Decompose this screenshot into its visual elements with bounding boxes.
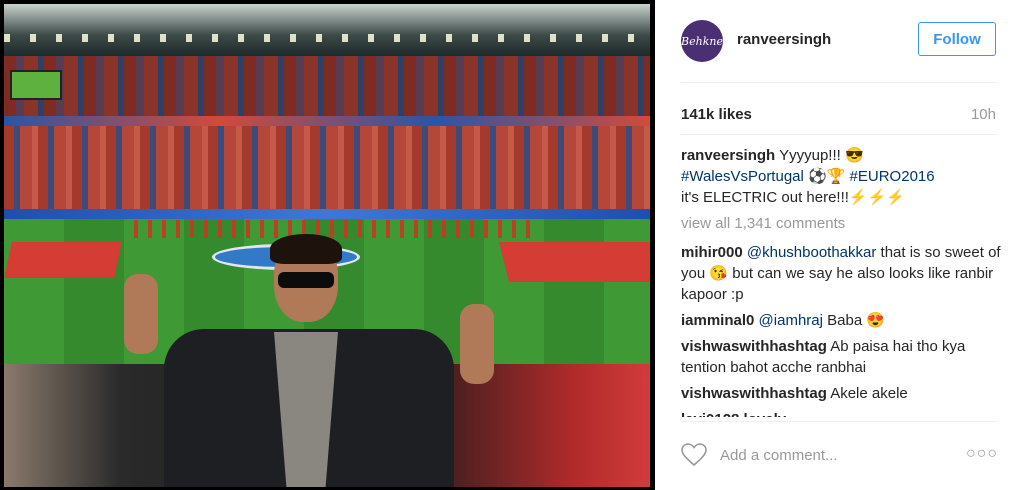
more-options-icon[interactable]: ○○○: [966, 445, 998, 463]
stadium-photo-image: [4, 4, 650, 487]
comment-author[interactable]: iamminal0: [681, 312, 754, 329]
pitch-flag-right: [499, 242, 650, 282]
add-comment-input[interactable]: [720, 444, 940, 466]
list-item: vishwaswithhashtag Akele akele: [681, 383, 1001, 404]
caption-text: Yyyyup!!! 😎: [775, 147, 864, 164]
list-item: iamminal0 @iamhraj Baba 😍: [681, 310, 1001, 331]
likes-count[interactable]: 141k likes: [681, 106, 752, 123]
heart-icon[interactable]: [681, 443, 707, 467]
stadium-screen: [10, 70, 62, 100]
comment-text: Akele akele: [826, 385, 908, 402]
pitch-flag-left: [4, 242, 122, 278]
follow-button[interactable]: Follow: [918, 22, 996, 56]
stadium-roof: [4, 4, 650, 56]
header-divider: [681, 82, 997, 83]
caption-text-2: it's ELECTRIC out here!!!⚡⚡⚡: [681, 189, 905, 206]
list-item: mihir000 @khushboothakkar that is so swe…: [681, 242, 1001, 305]
caption-author[interactable]: ranveersingh: [681, 147, 775, 164]
comment-author[interactable]: vishwaswithhashtag: [681, 385, 827, 402]
hashtag-walesvsportugal[interactable]: #WalesVsPortugal: [681, 168, 804, 185]
hashtag-euro2016[interactable]: #EURO2016: [850, 168, 935, 185]
comment-author[interactable]: mihir000: [681, 244, 743, 261]
username-link[interactable]: ranveersingh: [737, 31, 831, 48]
post-photo[interactable]: [0, 0, 655, 490]
comment-text: Baba 😍: [822, 312, 886, 329]
post-time[interactable]: 10h: [971, 106, 996, 123]
comments-list: ranveersingh Yyyyup!!! 😎 #WalesVsPortuga…: [681, 145, 1001, 417]
comment-mention[interactable]: @khushboothakkar: [747, 244, 876, 261]
caption-emoji: ⚽🏆: [803, 168, 850, 185]
stand-band: [4, 116, 650, 126]
avatar[interactable]: Behkne: [681, 20, 723, 62]
post-header: Behkne ranveersingh Follow: [655, 0, 1024, 82]
ad-board: [4, 209, 650, 219]
post-side-panel: Behkne ranveersingh Follow 141k likes 10…: [655, 0, 1024, 490]
lower-stands: [4, 126, 650, 216]
view-all-comments-link[interactable]: view all 1,341 comments: [681, 213, 1001, 234]
man-in-sunglasses: [124, 234, 504, 487]
upper-stands: [4, 56, 650, 116]
stats-divider: [681, 134, 997, 135]
comment-author[interactable]: vishwaswithhashtag: [681, 338, 827, 355]
comment-mention[interactable]: @iamhraj: [759, 312, 823, 329]
caption: ranveersingh Yyyyup!!! 😎 #WalesVsPortuga…: [681, 145, 1001, 208]
list-item-partial: lavi0128 lovely: [681, 409, 1001, 417]
comment-footer: ○○○: [655, 421, 1024, 490]
list-item: vishwaswithhashtag Ab paisa hai tho kya …: [681, 336, 1001, 378]
